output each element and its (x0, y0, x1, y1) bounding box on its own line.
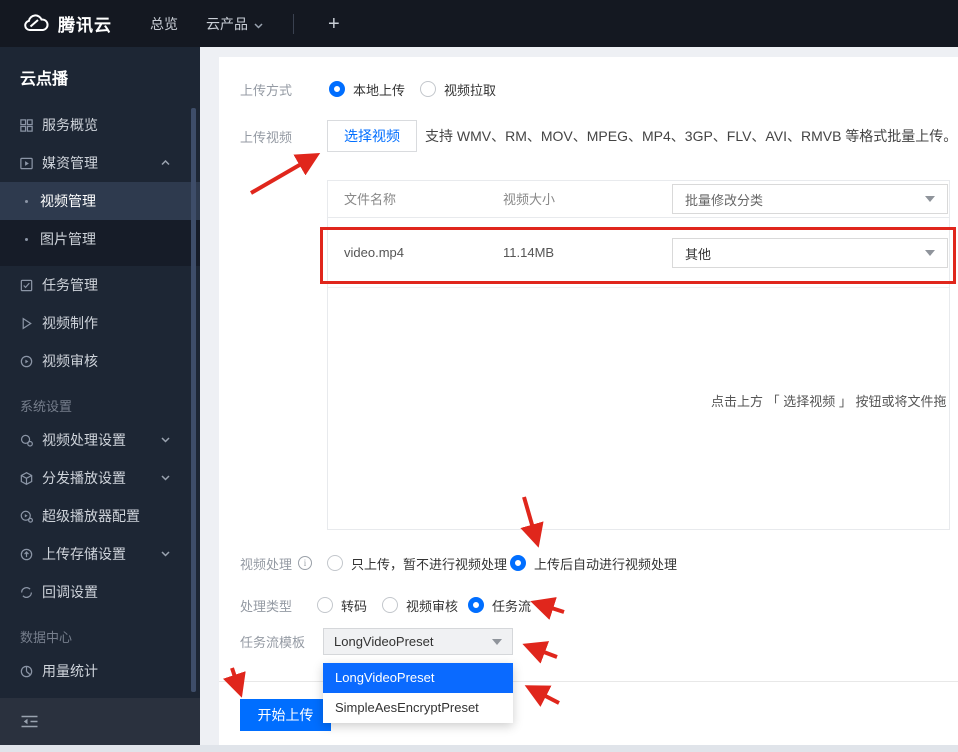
add-tab-button[interactable]: + (328, 14, 340, 34)
sidebar-submenu: 视频管理 图片管理 (0, 182, 200, 266)
sidebar-nav: 服务概览 媒资管理 视频管理 图片管理 任务管理 视频制作 视频审核 系统设置 … (0, 106, 200, 728)
caret-down-icon (925, 250, 935, 256)
collapse-sidebar-icon[interactable] (20, 714, 39, 729)
process-type-label-row: 处理类型 (240, 590, 292, 620)
brand-name: 腾讯云 (58, 16, 112, 35)
sidebar-item-usage-stats[interactable]: 用量统计 (0, 652, 200, 690)
chevron-down-icon (161, 551, 170, 557)
sidebar-item-video-processing-settings[interactable]: 视频处理设置 (0, 421, 200, 459)
video-process-label-row: 视频处理 i (240, 548, 313, 578)
bullet-icon (25, 237, 28, 241)
radio-transcode[interactable]: 转码 (317, 590, 367, 620)
sidebar-item-superplayer-config[interactable]: 超级播放器配置 (0, 497, 200, 535)
column-file-name: 文件名称 (344, 192, 397, 207)
sidebar-scrollbar-thumb[interactable] (191, 108, 196, 692)
upload-circle-icon (18, 546, 34, 562)
taskflow-dropdown-menu: LongVideoPreset SimpleAesEncryptPreset (323, 663, 513, 723)
radio-checked-icon (329, 81, 345, 97)
radio-local-upload[interactable]: 本地上传 (329, 74, 405, 104)
video-process-label: 视频处理 (240, 556, 293, 572)
sidebar-title: 云点播 (20, 71, 69, 88)
radio-upload-only[interactable]: 只上传，暂不进行视频处理 (327, 548, 507, 578)
radio-video-review[interactable]: 视频审核 (382, 590, 458, 620)
sidebar-item-video-production[interactable]: 视频制作 (0, 304, 200, 342)
upload-video-label-row: 上传视频 (240, 120, 292, 152)
radio-checked-icon (510, 555, 526, 571)
sidebar-item-media-management[interactable]: 媒资管理 (0, 144, 200, 182)
info-icon: i (298, 556, 313, 570)
cloud-logo-icon (22, 13, 49, 34)
topnav-divider (293, 13, 294, 34)
sidebar-item-video-review[interactable]: 视频审核 (0, 342, 200, 380)
radio-auto-process[interactable]: 上传后自动进行视频处理 (510, 548, 677, 578)
video-size-cell: 11.14MB (503, 245, 555, 260)
radio-video-pull[interactable]: 视频拉取 (420, 74, 496, 104)
radio-unchecked-icon (317, 597, 333, 613)
format-hint: 支持 WMV、RM、MOV、MPEG、MP4、3GP、FLV、AVI、RMVB … (425, 128, 958, 144)
topbar: 腾讯云 总览 云产品 + (0, 0, 958, 47)
upload-method-label: 上传方式 (240, 82, 293, 98)
batch-category-select[interactable]: 批量修改分类 (672, 184, 948, 214)
row-category-select[interactable]: 其他 (672, 238, 948, 268)
play-circle-icon (18, 353, 34, 369)
callback-loop-icon (18, 584, 34, 600)
pie-chart-icon (18, 663, 34, 679)
sidebar-item-video-management[interactable]: 视频管理 (0, 182, 200, 220)
upload-panel: 上传方式 本地上传 视频拉取 上传视频 选择视频 支持 WMV、RM、MOV、M… (219, 57, 958, 745)
radio-unchecked-icon (327, 555, 343, 571)
grid-icon (18, 117, 34, 133)
process-type-label: 处理类型 (240, 598, 293, 614)
radio-checked-icon (468, 597, 484, 613)
sidebar: 云点播 服务概览 媒资管理 视频管理 图片管理 任务管理 视频制作 视频审核 系… (0, 47, 200, 745)
radio-unchecked-icon (420, 81, 436, 97)
sidebar-section-system-settings: 系统设置 (20, 399, 73, 414)
chevron-down-icon (161, 437, 170, 443)
caret-down-icon (925, 196, 935, 202)
taskflow-label-row: 任务流模板 (240, 628, 305, 655)
bullet-icon (25, 199, 28, 203)
start-upload-button[interactable]: 开始上传 (240, 699, 331, 731)
radio-taskflow[interactable]: 任务流 (468, 590, 531, 620)
drop-zone-hint: 点击上方 「 选择视频 」 按钮或将文件拖 (711, 394, 947, 409)
table-row: video.mp4 11.14MB 其他 (328, 218, 949, 288)
sidebar-section-data-center: 数据中心 (20, 630, 73, 645)
tencent-cloud-logo[interactable]: 腾讯云 (22, 11, 112, 36)
process-gear-icon (18, 432, 34, 448)
radio-unchecked-icon (382, 597, 398, 613)
taskflow-template-label: 任务流模板 (240, 635, 306, 650)
checkbox-icon (18, 277, 34, 293)
dropdown-option-longvideopreset[interactable]: LongVideoPreset (323, 663, 513, 693)
upload-video-label: 上传视频 (240, 129, 293, 145)
dropdown-option-simpleaesencryptpreset[interactable]: SimpleAesEncryptPreset (323, 693, 513, 723)
table-header: 文件名称 视频大小 批量修改分类 (328, 181, 949, 218)
caret-down-icon (492, 638, 502, 645)
play-triangle-icon (18, 315, 34, 331)
sidebar-item-callback-settings[interactable]: 回调设置 (0, 573, 200, 611)
chevron-down-icon (254, 16, 263, 32)
taskflow-template-select[interactable]: LongVideoPreset (323, 628, 513, 655)
upload-file-table: 文件名称 视频大小 批量修改分类 video.mp4 11.14MB 其他 点击… (327, 180, 950, 530)
sidebar-item-task-management[interactable]: 任务管理 (0, 266, 200, 304)
sidebar-item-distribution-playback-settings[interactable]: 分发播放设置 (0, 459, 200, 497)
file-name-cell: video.mp4 (344, 245, 404, 260)
upload-method-label-row: 上传方式 (240, 74, 292, 104)
cube-icon (18, 470, 34, 486)
topnav-cloud-products[interactable]: 云产品 (206, 14, 263, 34)
sidebar-footer (0, 698, 200, 745)
player-gear-icon (18, 508, 34, 524)
sidebar-item-service-overview[interactable]: 服务概览 (0, 106, 200, 144)
select-video-button[interactable]: 选择视频 (327, 120, 417, 152)
sidebar-item-image-management[interactable]: 图片管理 (0, 220, 200, 258)
topnav-overview[interactable]: 总览 (150, 14, 178, 34)
main-content: 上传方式 本地上传 视频拉取 上传视频 选择视频 支持 WMV、RM、MOV、M… (200, 47, 958, 745)
window-bottom-edge (0, 745, 958, 752)
chevron-down-icon (161, 475, 170, 481)
chevron-up-icon (161, 160, 170, 166)
column-video-size: 视频大小 (503, 192, 556, 207)
sidebar-item-upload-storage-settings[interactable]: 上传存储设置 (0, 535, 200, 573)
media-box-icon (18, 155, 34, 171)
